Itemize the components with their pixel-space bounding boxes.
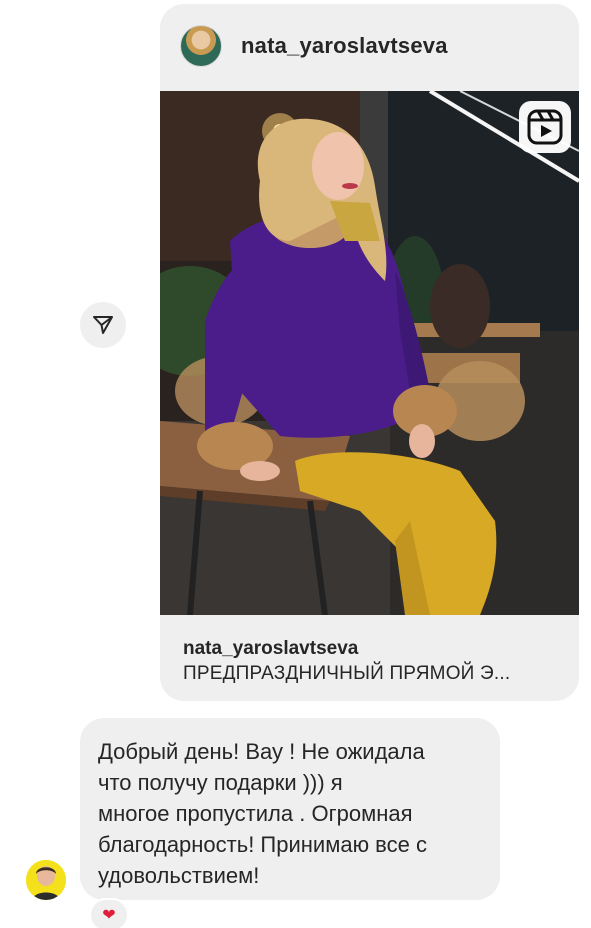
message-text: Добрый день! Вау ! Не ожидала что получу… (98, 739, 427, 888)
post-caption-username: nata_yaroslavtseva (183, 638, 359, 659)
post-caption-text: ПРЕДПРАЗДНИЧНЫЙ ПРЯМОЙ Э... (183, 663, 511, 684)
paper-plane-icon (93, 316, 113, 334)
post-author-username[interactable]: nata_yaroslavtseva (241, 33, 448, 59)
post-header[interactable]: nata_yaroslavtseva (160, 4, 579, 88)
post-media-image[interactable] (160, 91, 579, 615)
reels-play-icon (519, 101, 571, 153)
share-button[interactable] (80, 302, 126, 348)
chat-thread: nata_yaroslavtseva nata_yaroslavtseva ПР… (0, 0, 591, 928)
sender-avatar[interactable] (26, 860, 66, 900)
heart-reaction-icon[interactable]: ❤ (89, 898, 129, 928)
post-photo (160, 91, 579, 615)
shared-post-card[interactable]: nata_yaroslavtseva nata_yaroslavtseva ПР… (160, 4, 579, 701)
message-bubble[interactable]: Добрый день! Вау ! Не ожидала что получу… (80, 718, 500, 900)
post-author-avatar[interactable] (180, 25, 222, 67)
